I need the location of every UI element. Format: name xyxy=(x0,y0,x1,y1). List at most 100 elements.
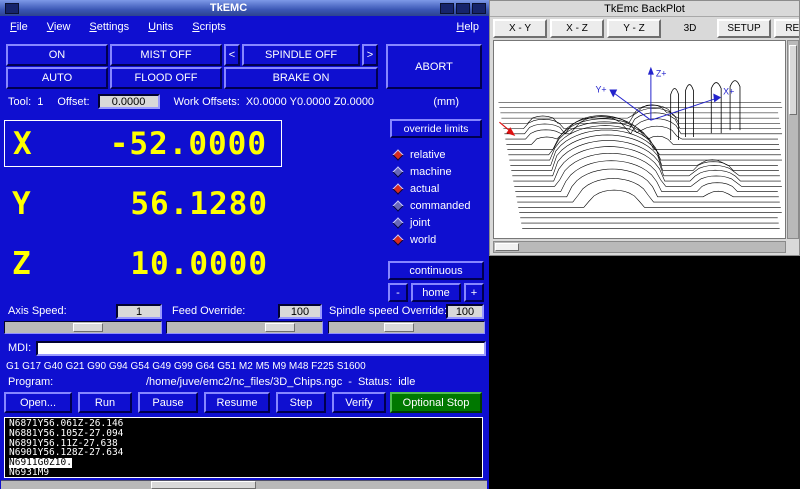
radio-commanded[interactable]: commanded xyxy=(394,197,471,214)
spindle-faster-button[interactable]: > xyxy=(362,44,378,66)
radio-relative[interactable]: relative xyxy=(394,146,471,163)
backplot-canvas-area[interactable]: Z+Y+X+ xyxy=(493,40,786,239)
axis-y-value: 56.1280 xyxy=(130,186,282,222)
backplot-toolbar: X - Y X - Z Y - Z 3D SETUP RESET xyxy=(490,18,800,39)
dro-axis-y[interactable]: Y 56.1280 xyxy=(4,180,282,227)
dro-axis-x[interactable]: X -52.0000 xyxy=(4,120,282,167)
menu-scripts[interactable]: Scripts xyxy=(192,21,226,33)
axis-x-value: -52.0000 xyxy=(110,126,281,162)
machine-on-button[interactable]: ON xyxy=(6,44,108,66)
radio-label: joint xyxy=(410,217,430,229)
verify-button[interactable]: Verify xyxy=(332,392,386,413)
brake-button[interactable]: BRAKE ON xyxy=(224,67,378,89)
backplot-vscrollbar[interactable] xyxy=(787,40,799,239)
radio-label: relative xyxy=(410,149,445,161)
scrollbar-thumb[interactable] xyxy=(151,481,256,489)
radio-indicator-icon xyxy=(392,166,403,177)
spindle-slower-button[interactable]: < xyxy=(224,44,240,66)
tab-3d-active[interactable]: 3D xyxy=(670,19,710,38)
jog-plus-button[interactable]: + xyxy=(464,283,484,302)
axis-z-label: Z xyxy=(4,246,31,282)
open-button[interactable]: Open... xyxy=(4,392,72,413)
backplot-hscrollbar[interactable] xyxy=(493,241,786,253)
radio-actual[interactable]: actual xyxy=(394,180,471,197)
pause-button[interactable]: Pause xyxy=(138,392,198,413)
radio-label: machine xyxy=(410,166,452,178)
program-path: /home/juve/emc2/nc_files/3D_Chips.ngc xyxy=(146,376,342,388)
offset-label: Offset: xyxy=(57,96,89,108)
program-hscrollbar[interactable] xyxy=(1,480,487,489)
slider-thumb[interactable] xyxy=(73,323,103,332)
tool-status-line: Tool: 1 Offset: 0.0000 Work Offsets: X0.… xyxy=(8,93,485,110)
axis-speed-slider[interactable] xyxy=(4,321,162,334)
spindle-override-slider[interactable] xyxy=(328,321,485,334)
home-button[interactable]: home xyxy=(411,283,461,302)
work-offsets-label: Work Offsets: xyxy=(174,96,240,108)
jog-minus-button[interactable]: - xyxy=(388,283,408,302)
scrollbar-thumb[interactable] xyxy=(789,45,797,115)
menu-file[interactable]: File xyxy=(10,21,28,33)
dro-axis-z[interactable]: Z 10.0000 xyxy=(4,240,282,287)
backplot-wireframe: Z+Y+X+ xyxy=(494,41,785,238)
main-titlebar[interactable]: TkEMC xyxy=(0,0,489,16)
slider-thumb[interactable] xyxy=(265,323,295,332)
menu-help[interactable]: Help xyxy=(456,21,479,33)
tab-y-z[interactable]: Y - Z xyxy=(607,19,661,38)
scrollbar-thumb[interactable] xyxy=(495,243,519,251)
close-icon[interactable] xyxy=(472,3,486,14)
mdi-input[interactable] xyxy=(36,341,486,356)
axis-speed-value[interactable]: 1 xyxy=(116,304,162,319)
override-limits-button[interactable]: override limits xyxy=(390,119,482,138)
flood-button[interactable]: FLOOD OFF xyxy=(110,67,222,89)
minimize-icon[interactable] xyxy=(440,3,454,14)
abort-button[interactable]: ABORT xyxy=(386,44,482,89)
jog-mode-button[interactable]: continuous xyxy=(388,261,484,280)
menu-settings[interactable]: Settings xyxy=(89,21,129,33)
units-label: (mm) xyxy=(433,96,485,108)
radio-joint[interactable]: joint xyxy=(394,214,471,231)
step-button[interactable]: Step xyxy=(276,392,326,413)
spindle-button[interactable]: SPINDLE OFF xyxy=(242,44,360,66)
backplot-titlebar[interactable]: TkEmc BackPlot xyxy=(490,1,799,17)
tool-offset-entry[interactable]: 0.0000 xyxy=(98,94,160,109)
radio-label: commanded xyxy=(410,200,471,212)
menubar: File View Settings Units Scripts Help xyxy=(0,16,489,38)
radio-machine[interactable]: machine xyxy=(394,163,471,180)
backplot-title: TkEmc BackPlot xyxy=(604,3,685,15)
tab-x-z[interactable]: X - Z xyxy=(550,19,604,38)
code-line: N6901Y56.128Z-27.634 xyxy=(9,448,478,458)
radio-indicator-icon xyxy=(392,217,403,228)
feed-override-slider[interactable] xyxy=(166,321,323,334)
program-label: Program: xyxy=(8,376,140,388)
program-status-line: Program: /home/juve/emc2/nc_files/3D_Chi… xyxy=(8,376,485,388)
feed-override-value[interactable]: 100 xyxy=(278,304,322,319)
tab-setup[interactable]: SETUP xyxy=(717,19,771,38)
feed-override-label: Feed Override: xyxy=(172,304,245,319)
main-window-title: TkEMC xyxy=(19,1,438,16)
tab-x-y[interactable]: X - Y xyxy=(493,19,547,38)
maximize-icon[interactable] xyxy=(456,3,470,14)
tool-label: Tool: xyxy=(8,96,31,108)
radio-indicator-icon xyxy=(392,200,403,211)
tab-reset[interactable]: RESET xyxy=(774,19,800,38)
mode-auto-button[interactable]: AUTO xyxy=(6,67,108,89)
axis-speed-label: Axis Speed: xyxy=(8,304,67,319)
radio-label: world xyxy=(410,234,436,246)
menu-view[interactable]: View xyxy=(47,21,71,33)
tool-number: 1 xyxy=(37,96,43,108)
window-menu-icon[interactable] xyxy=(5,3,19,14)
radio-indicator-icon xyxy=(392,183,403,194)
spindle-override-value[interactable]: 100 xyxy=(446,304,484,319)
radio-world[interactable]: world xyxy=(394,231,471,248)
resume-button[interactable]: Resume xyxy=(204,392,270,413)
svg-text:Y+: Y+ xyxy=(595,84,606,94)
code-line: N6931M9 xyxy=(9,468,478,478)
axis-y-label: Y xyxy=(4,186,31,222)
run-button[interactable]: Run xyxy=(78,392,132,413)
mist-button[interactable]: MIST OFF xyxy=(110,44,222,66)
program-listing[interactable]: N6871Y56.061Z-26.146 N6881Y56.105Z-27.09… xyxy=(4,417,483,478)
mdi-label: MDI: xyxy=(8,341,31,356)
menu-units[interactable]: Units xyxy=(148,21,173,33)
optional-stop-button[interactable]: Optional Stop xyxy=(390,392,482,413)
slider-thumb[interactable] xyxy=(384,323,414,332)
